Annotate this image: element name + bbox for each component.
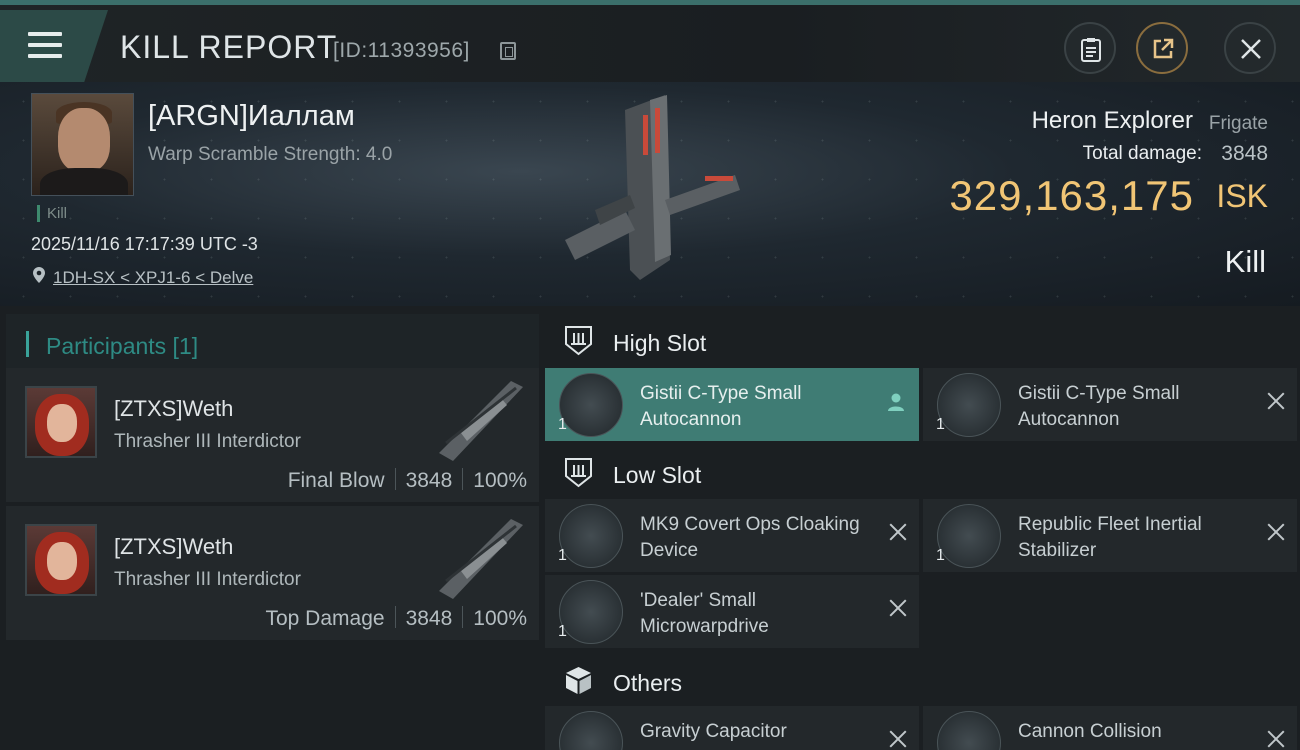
victim-name[interactable]: [ARGN]Иаллам — [148, 100, 355, 133]
others-header: Others — [545, 650, 1300, 710]
inertial-stabilizer-icon — [937, 504, 1001, 568]
module-name: Gistii C-Type Small Autocannon — [1018, 383, 1180, 430]
destroyed-x-icon — [1267, 523, 1285, 541]
module-slot[interactable]: 1 Republic Fleet Inertial Stabilizer — [923, 499, 1297, 572]
module-name: Gistii C-Type Small Autocannon — [640, 383, 802, 430]
module-qty: 1 — [936, 547, 945, 564]
victim-ship-class: Frigate — [1208, 113, 1268, 134]
participant-ship-image — [439, 519, 523, 599]
module-slot[interactable]: 1 'Dealer' Small Microwarpdrive — [545, 575, 919, 648]
top-bar: KILL REPORT [ID:11393956] — [0, 0, 1300, 82]
close-icon — [1241, 39, 1261, 59]
page-title: KILL REPORT — [120, 29, 338, 65]
total-damage-label: Total damage: — [1082, 143, 1202, 164]
participant-role: Final Blow — [287, 469, 385, 492]
module-qty: 1 — [558, 416, 567, 433]
module-slot[interactable]: 1 MK9 Covert Ops Cloaking Device — [545, 499, 919, 572]
participant-ship-image — [439, 381, 523, 461]
module-name: Republic Fleet Inertial Stabilizer — [1018, 514, 1202, 561]
fitting-panel: High Slot 1 Gistii C-Type Small Autocann… — [545, 306, 1300, 750]
participants-panel: Participants [1] [ZTXS]Weth Thrasher III… — [0, 306, 545, 750]
isk-value: 329,163,175 — [949, 172, 1194, 219]
destroyed-x-icon — [889, 730, 907, 748]
others-title: Others — [613, 670, 683, 696]
participant-card[interactable]: [ZTXS]Weth Thrasher III Interdictor Fina… — [6, 368, 539, 502]
module-slot[interactable]: 1 Gistii C-Type Small Autocannon — [545, 368, 919, 441]
participant-ship: Thrasher III Interdictor — [114, 431, 301, 452]
victim-ship-image[interactable] — [555, 90, 745, 300]
location-pin-icon — [33, 267, 45, 283]
participant-name: [ZTXS]Weth — [114, 396, 234, 421]
victim-portrait[interactable] — [31, 93, 134, 196]
participant-percent: 100% — [473, 469, 527, 492]
participant-stats: Final Blow 3848 100% — [288, 468, 527, 493]
menu-button[interactable] — [0, 10, 108, 82]
participant-ship: Thrasher III Interdictor — [114, 569, 301, 590]
participant-avatar — [25, 524, 97, 596]
microwarpdrive-icon — [559, 580, 623, 644]
kill-datetime: 2025/11/16 17:17:39 UTC -3 — [31, 234, 258, 254]
high-slot-title: High Slot — [613, 330, 707, 356]
participant-stats: Top Damage 3848 100% — [265, 606, 527, 631]
participant-damage: 3848 — [405, 607, 453, 630]
participant-avatar — [25, 386, 97, 458]
location-link[interactable]: 1DH-SX < XPJ1-6 < Delve — [53, 268, 253, 288]
participants-header: Participants [1] — [6, 314, 539, 372]
clipboard-icon — [1081, 38, 1101, 62]
kill-tag: Kill — [37, 205, 67, 222]
high-slot-header: High Slot — [545, 310, 1300, 370]
module-name: Cannon Collision — [1018, 721, 1162, 742]
module-qty: 1 — [936, 416, 945, 433]
module-slot[interactable]: 1 Gistii C-Type Small Autocannon — [923, 368, 1297, 441]
module-qty: 1 — [558, 623, 567, 640]
report-button[interactable] — [1064, 22, 1116, 74]
destroyed-x-icon — [889, 523, 907, 541]
participant-card[interactable]: [ZTXS]Weth Thrasher III Interdictor Top … — [6, 506, 539, 640]
report-id: [ID:11393956] — [333, 39, 470, 62]
gravity-capacitor-icon — [559, 711, 623, 750]
module-qty: 1 — [558, 547, 567, 564]
participant-damage: 3848 — [405, 469, 453, 492]
participants-title: Participants [1] — [46, 333, 199, 359]
module-name: Gravity Capacitor — [640, 721, 787, 742]
participant-name: [ZTXS]Weth — [114, 534, 234, 559]
low-slot-header: Low Slot — [545, 442, 1300, 502]
copy-icon[interactable] — [500, 42, 516, 60]
autocannon-icon — [937, 373, 1001, 437]
module-slot[interactable]: 1 Cannon Collision — [923, 706, 1297, 750]
participant-percent: 100% — [473, 607, 527, 630]
participant-role: Top Damage — [265, 607, 385, 630]
share-button[interactable] — [1136, 22, 1188, 74]
destroyed-x-icon — [1267, 392, 1285, 410]
low-slot-icon — [565, 458, 592, 488]
module-slot[interactable]: 1 Gravity Capacitor — [545, 706, 919, 750]
module-name: 'Dealer' Small Microwarpdrive — [640, 590, 769, 637]
cube-icon — [566, 667, 591, 694]
result-label: Kill — [1224, 244, 1266, 279]
isk-unit: ISK — [1216, 178, 1268, 214]
high-slot-icon — [565, 326, 592, 356]
total-damage-value: 3848 — [1221, 142, 1268, 165]
person-icon — [888, 393, 904, 411]
destroyed-x-icon — [1267, 730, 1285, 748]
warp-scramble-strength: Warp Scramble Strength: 4.0 — [148, 144, 393, 165]
kill-report-window: KILL REPORT [ID:11393956] [ARGN]Иаллам W… — [0, 0, 1300, 750]
close-button[interactable] — [1224, 22, 1276, 74]
autocannon-icon — [559, 373, 623, 437]
hamburger-menu-icon — [28, 32, 62, 58]
cloaking-device-icon — [559, 504, 623, 568]
cannon-collision-icon — [937, 711, 1001, 750]
module-name: MK9 Covert Ops Cloaking Device — [640, 514, 860, 561]
share-icon — [1153, 38, 1174, 59]
low-slot-title: Low Slot — [613, 462, 702, 488]
destroyed-x-icon — [889, 599, 907, 617]
victim-ship-name[interactable]: Heron Explorer — [1032, 107, 1193, 135]
